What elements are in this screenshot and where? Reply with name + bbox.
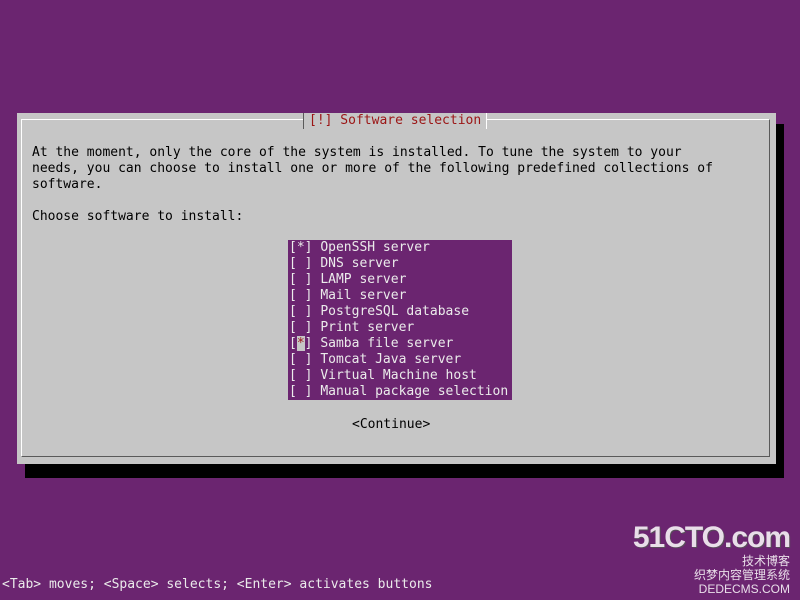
check-mark xyxy=(297,304,305,319)
list-item-samba-file-server[interactable]: [*] Samba file server xyxy=(288,336,512,352)
software-list: [*] OpenSSH server [ ] DNS server [ ] LA… xyxy=(288,240,512,400)
watermark-line-1: 技术博客 xyxy=(741,554,790,568)
watermark-line-3: DEDECMS.COM xyxy=(698,582,790,596)
check-mark xyxy=(297,256,305,271)
checkbox[interactable]: [*] xyxy=(289,240,312,256)
option-label: LAMP server xyxy=(320,272,407,287)
checkbox[interactable]: [ ] xyxy=(289,304,312,320)
option-label: Tomcat Java server xyxy=(320,352,462,367)
keyboard-help-bar: <Tab> moves; <Space> selects; <Enter> ac… xyxy=(2,577,433,592)
option-label: PostgreSQL database xyxy=(320,304,470,319)
option-label: Samba file server xyxy=(320,336,454,351)
dialog-title: [!] Software selection xyxy=(303,113,488,129)
check-mark xyxy=(297,288,305,303)
option-label: DNS server xyxy=(320,256,399,271)
list-item-lamp-server[interactable]: [ ] LAMP server xyxy=(288,272,512,288)
option-label: Virtual Machine host xyxy=(320,368,477,383)
check-mark: * xyxy=(296,240,305,255)
check-mark xyxy=(297,272,305,287)
option-label: Mail server xyxy=(320,288,407,303)
checkbox[interactable]: [ ] xyxy=(289,368,312,384)
list-item-dns-server[interactable]: [ ] DNS server xyxy=(288,256,512,272)
check-mark xyxy=(297,368,305,383)
check-mark-cursor: * xyxy=(296,336,305,351)
watermark-brand: 51CTO.com xyxy=(632,521,791,554)
checkbox[interactable]: [ ] xyxy=(289,320,312,336)
check-mark xyxy=(297,320,305,335)
description-line-2: needs, you can choose to install one or … xyxy=(32,161,713,176)
checkbox[interactable]: [ ] xyxy=(289,288,312,304)
list-item-print-server[interactable]: [ ] Print server xyxy=(288,320,512,336)
checkbox[interactable]: [ ] xyxy=(289,272,312,288)
option-label: OpenSSH server xyxy=(320,240,430,255)
list-item-mail-server[interactable]: [ ] Mail server xyxy=(288,288,512,304)
continue-button[interactable]: <Continue> xyxy=(352,417,430,433)
watermark-line-2: 织梦内容管理系统 xyxy=(693,568,790,582)
description-line-3: software. xyxy=(32,177,103,192)
list-item-postgresql-database[interactable]: [ ] PostgreSQL database xyxy=(288,304,512,320)
checkbox[interactable]: [ ] xyxy=(289,256,312,272)
choose-software-prompt: Choose software to install: xyxy=(32,209,244,224)
software-selection-dialog: [!] Software selection At the moment, on… xyxy=(17,113,776,464)
check-mark xyxy=(297,384,305,399)
description-line-1: At the moment, only the core of the syst… xyxy=(32,145,682,160)
checkbox[interactable]: [ ] xyxy=(289,384,312,400)
check-mark xyxy=(297,352,305,367)
list-item-virtual-machine-host[interactable]: [ ] Virtual Machine host xyxy=(288,368,512,384)
watermark: 51CTO.com 技术博客 织梦内容管理系统 DEDECMS.COM xyxy=(632,521,791,597)
list-item-manual-package-selection[interactable]: [ ] Manual package selection xyxy=(288,384,512,400)
checkbox[interactable]: [*] xyxy=(289,336,312,352)
list-item-openssh-server[interactable]: [*] OpenSSH server xyxy=(288,240,512,256)
option-label: Manual package selection xyxy=(320,384,509,399)
checkbox[interactable]: [ ] xyxy=(289,352,312,368)
option-label: Print server xyxy=(320,320,415,335)
list-item-tomcat-java-server[interactable]: [ ] Tomcat Java server xyxy=(288,352,512,368)
